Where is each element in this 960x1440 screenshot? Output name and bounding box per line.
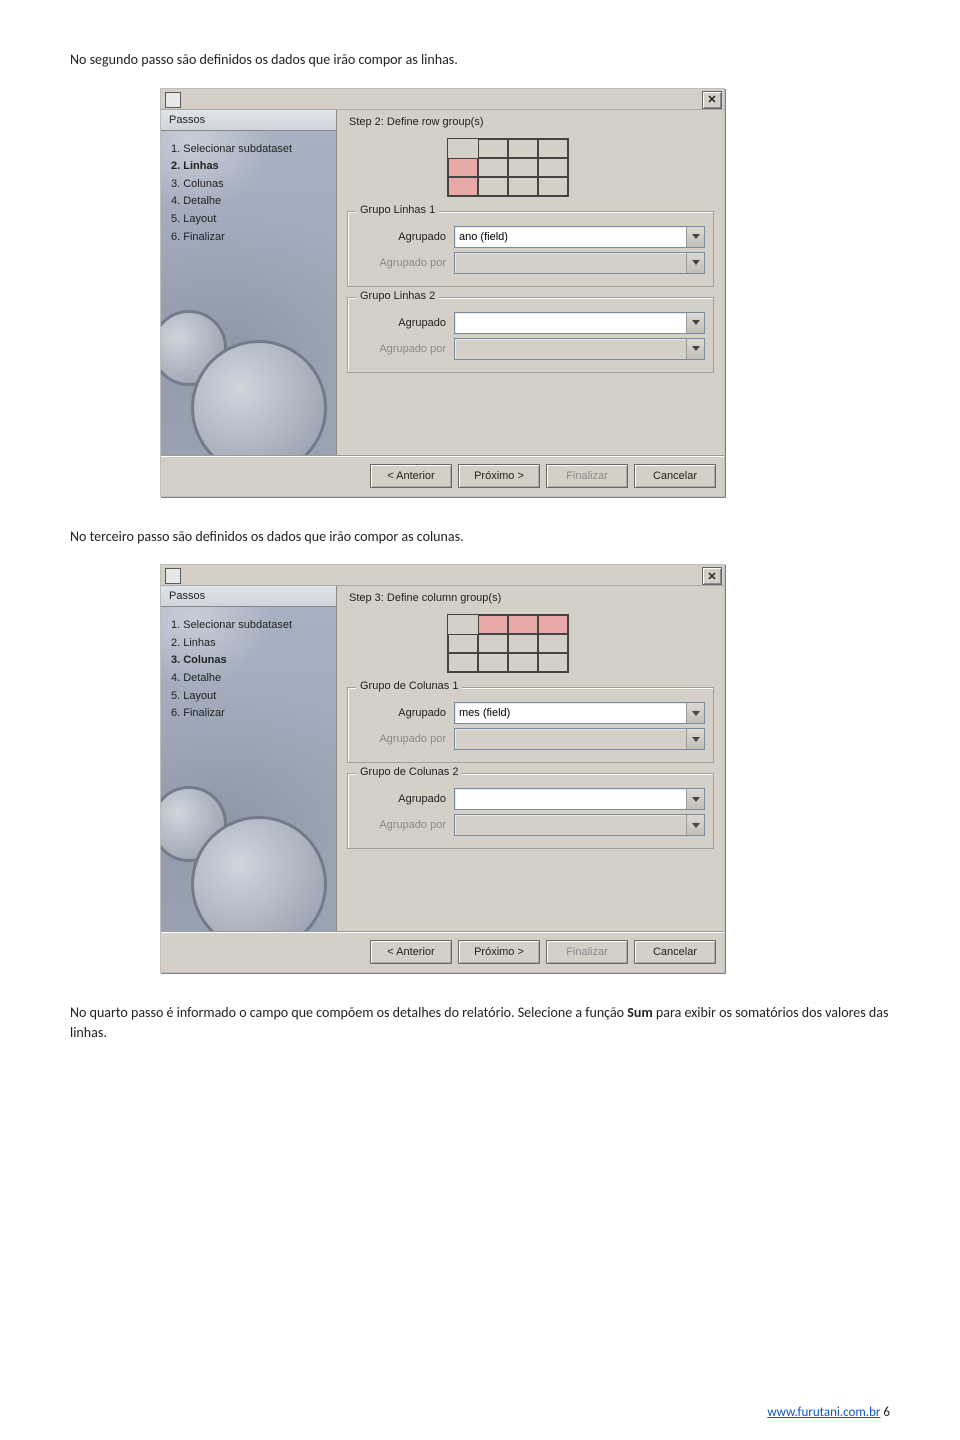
agrupado-por-combo: [454, 338, 705, 360]
group-cols-1: Grupo de Colunas 1 Agrupado Agrupado por: [347, 687, 714, 763]
next-button[interactable]: Próximo >: [458, 464, 540, 488]
step-item: 3. Colunas: [171, 176, 326, 194]
agrupado-combo[interactable]: [454, 226, 705, 248]
text-bold: Sum: [627, 1004, 653, 1021]
agrupado-por-input: [455, 815, 686, 835]
agrupado-input[interactable]: [455, 313, 686, 333]
agrupado-por-combo: [454, 814, 705, 836]
step-item: 6. Finalizar: [171, 705, 326, 723]
crosstab-diagram: [447, 614, 569, 673]
agrupado-por-combo: [454, 252, 705, 274]
group-cols-2: Grupo de Colunas 2 Agrupado Agrupado por: [347, 773, 714, 849]
step-item: 5. Layout: [171, 688, 326, 706]
label-agrupado: Agrupado: [356, 317, 454, 329]
label-agrupado-por: Agrupado por: [356, 343, 454, 355]
agrupado-por-input: [455, 729, 686, 749]
step-item: 6. Finalizar: [171, 229, 326, 247]
agrupado-combo[interactable]: [454, 788, 705, 810]
chevron-down-icon[interactable]: [686, 703, 704, 723]
step-item: 5. Layout: [171, 211, 326, 229]
cancel-button[interactable]: Cancelar: [634, 464, 716, 488]
chevron-down-icon: [686, 815, 704, 835]
next-button[interactable]: Próximo >: [458, 940, 540, 964]
titlebar: ✕: [161, 565, 724, 585]
close-icon[interactable]: ✕: [702, 91, 722, 109]
group-legend: Grupo Linhas 1: [356, 204, 439, 216]
chevron-down-icon: [686, 253, 704, 273]
group-rows-1: Grupo Linhas 1 Agrupado Agrupado por: [347, 211, 714, 287]
close-icon[interactable]: ✕: [702, 567, 722, 585]
label-agrupado: Agrupado: [356, 231, 454, 243]
agrupado-por-input: [455, 253, 686, 273]
button-bar: < Anterior Próximo > Finalizar Cancelar: [161, 455, 724, 496]
cancel-button[interactable]: Cancelar: [634, 940, 716, 964]
label-agrupado-por: Agrupado por: [356, 257, 454, 269]
titlebar: ✕: [161, 89, 724, 109]
group-rows-2: Grupo Linhas 2 Agrupado Agrupado por: [347, 297, 714, 373]
agrupado-input[interactable]: [455, 703, 686, 723]
app-icon: [165, 92, 181, 108]
chevron-down-icon: [686, 339, 704, 359]
agrupado-input[interactable]: [455, 227, 686, 247]
app-icon: [165, 568, 181, 584]
step-item: 2. Linhas: [171, 635, 326, 653]
step-title: Step 2: Define row group(s): [349, 116, 714, 128]
agrupado-input[interactable]: [455, 789, 686, 809]
crosstab-diagram: [447, 138, 569, 197]
wizard-sidebar: Passos 1. Selecionar subdataset 2. Linha…: [161, 586, 337, 931]
step-item: 1. Selecionar subdataset: [171, 617, 326, 635]
label-agrupado-por: Agrupado por: [356, 819, 454, 831]
group-legend: Grupo de Colunas 2: [356, 766, 462, 778]
label-agrupado-por: Agrupado por: [356, 733, 454, 745]
agrupado-combo[interactable]: [454, 312, 705, 334]
footer-link[interactable]: www.furutani.com.br: [767, 1405, 880, 1420]
page-footer: www.furutani.com.br 6: [767, 1405, 890, 1420]
steps-list: 1. Selecionar subdataset 2. Linhas 3. Co…: [161, 607, 336, 733]
chevron-down-icon[interactable]: [686, 789, 704, 809]
agrupado-por-input: [455, 339, 686, 359]
sidebar-heading: Passos: [161, 110, 336, 131]
text-run: No quarto passo é informado o campo que …: [70, 1004, 627, 1021]
wizard-dialog-step2: ✕ Passos 1. Selecionar subdataset 2. Lin…: [160, 88, 725, 497]
prev-button[interactable]: < Anterior: [370, 940, 452, 964]
step-item: 1. Selecionar subdataset: [171, 141, 326, 159]
wizard-dialog-step3: ✕ Passos 1. Selecionar subdataset 2. Lin…: [160, 564, 725, 973]
step-title: Step 3: Define column group(s): [349, 592, 714, 604]
agrupado-combo[interactable]: [454, 702, 705, 724]
label-agrupado: Agrupado: [356, 793, 454, 805]
group-legend: Grupo Linhas 2: [356, 290, 439, 302]
paragraph-step4: No quarto passo é informado o campo que …: [70, 1003, 890, 1042]
sidebar-heading: Passos: [161, 586, 336, 607]
chevron-down-icon[interactable]: [686, 227, 704, 247]
chevron-down-icon[interactable]: [686, 313, 704, 333]
step-item: 2. Linhas: [171, 158, 326, 176]
label-agrupado: Agrupado: [356, 707, 454, 719]
agrupado-por-combo: [454, 728, 705, 750]
step-item: 3. Colunas: [171, 652, 326, 670]
chevron-down-icon: [686, 729, 704, 749]
prev-button[interactable]: < Anterior: [370, 464, 452, 488]
paragraph-step3: No terceiro passo são definidos os dados…: [70, 527, 890, 547]
finish-button: Finalizar: [546, 464, 628, 488]
step-item: 4. Detalhe: [171, 193, 326, 211]
button-bar: < Anterior Próximo > Finalizar Cancelar: [161, 931, 724, 972]
paragraph-step2: No segundo passo são definidos os dados …: [70, 50, 890, 70]
step-item: 4. Detalhe: [171, 670, 326, 688]
finish-button: Finalizar: [546, 940, 628, 964]
steps-list: 1. Selecionar subdataset 2. Linhas 3. Co…: [161, 131, 336, 257]
page-number: 6: [883, 1405, 890, 1420]
wizard-sidebar: Passos 1. Selecionar subdataset 2. Linha…: [161, 110, 337, 455]
group-legend: Grupo de Colunas 1: [356, 680, 462, 692]
